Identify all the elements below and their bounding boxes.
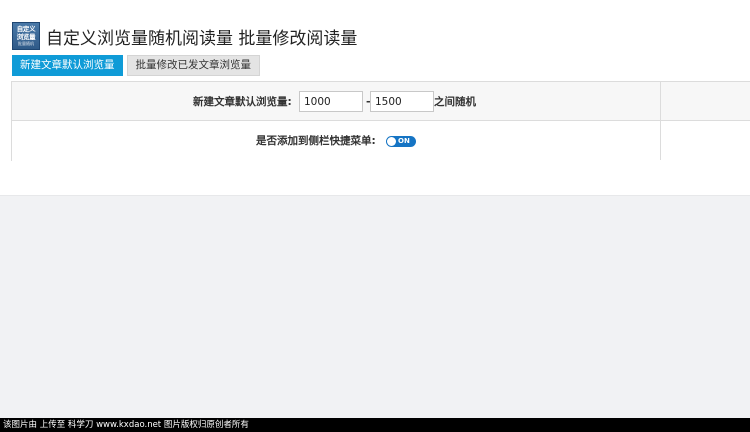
min-views-input[interactable] bbox=[299, 91, 363, 112]
tab-batch-edit-views[interactable]: 批量修改已发文章浏览量 bbox=[126, 55, 260, 76]
page-header: 自定义 浏览量 批量随机 自定义浏览量随机阅读量 批量修改阅读量 bbox=[12, 22, 357, 50]
max-views-input[interactable] bbox=[370, 91, 434, 112]
sidebar-menu-toggle[interactable]: ON bbox=[386, 136, 416, 147]
toggle-knob bbox=[387, 137, 396, 146]
sidebar-menu-label: 是否添加到侧栏快捷菜单: bbox=[256, 135, 376, 147]
logo-line-3: 批量随机 bbox=[18, 41, 34, 46]
sidebar-menu-row: 是否添加到侧栏快捷菜单: ON bbox=[12, 121, 750, 161]
tab-new-post-default-views[interactable]: 新建文章默认浏览量 bbox=[12, 55, 123, 76]
page-title: 自定义浏览量随机阅读量 批量修改阅读量 bbox=[46, 28, 358, 49]
range-suffix-label: 之间随机 bbox=[434, 96, 476, 108]
toggle-state-label: ON bbox=[398, 137, 410, 145]
settings-form: 新建文章默认浏览量: - 之间随机 是否添加到侧栏快捷菜单: ON bbox=[11, 81, 750, 161]
column-divider bbox=[660, 82, 661, 160]
default-views-row: 新建文章默认浏览量: - 之间随机 bbox=[12, 82, 750, 121]
main-panel: 自定义 浏览量 批量随机 自定义浏览量随机阅读量 批量修改阅读量 新建文章默认浏… bbox=[0, 0, 750, 196]
default-views-label: 新建文章默认浏览量: bbox=[193, 96, 292, 108]
tab-bar: 新建文章默认浏览量 批量修改已发文章浏览量 bbox=[12, 55, 260, 76]
logo-line-2: 浏览量 bbox=[16, 32, 36, 41]
plugin-logo: 自定义 浏览量 批量随机 bbox=[12, 22, 40, 50]
watermark-bar: 该图片由 上传至 科学刀 www.kxdao.net 图片版权归原创者所有 bbox=[0, 418, 750, 432]
logo-line-1: 自定义 bbox=[16, 25, 36, 33]
